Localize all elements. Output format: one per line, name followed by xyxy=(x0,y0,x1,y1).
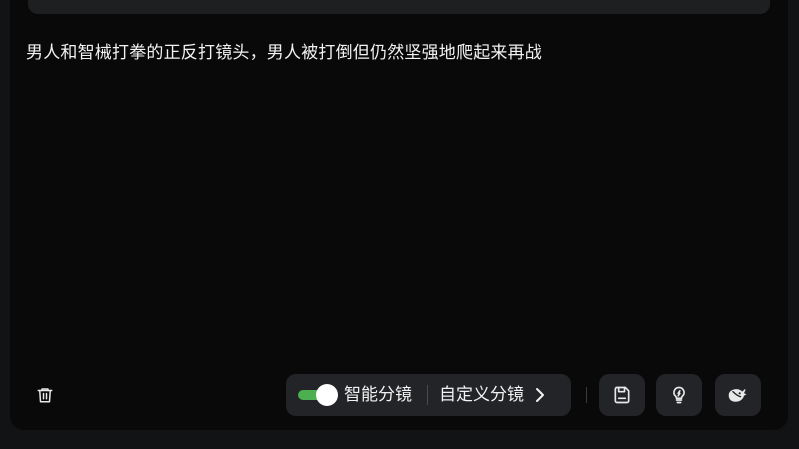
smart-storyboard-toggle[interactable] xyxy=(298,384,340,406)
trash-icon xyxy=(37,388,53,403)
divider xyxy=(586,387,587,403)
storyboard-mode-group: 智能分镜 自定义分镜 xyxy=(286,374,571,416)
inspiration-button[interactable] xyxy=(656,374,702,416)
smart-storyboard-label: 智能分镜 xyxy=(344,385,412,405)
prompt-text[interactable]: 男人和智械打拳的正反打镜头，男人被打倒但仍然坚强地爬起来再战 xyxy=(26,40,766,66)
model-button[interactable] xyxy=(715,374,761,416)
top-input-box[interactable] xyxy=(28,0,770,14)
toggle-knob xyxy=(316,384,338,406)
chevron-right-icon xyxy=(534,387,546,403)
delete-button[interactable] xyxy=(32,382,58,408)
divider xyxy=(427,385,428,405)
custom-storyboard-button[interactable]: 自定义分镜 xyxy=(439,384,546,406)
whale-icon xyxy=(728,389,747,402)
save-icon xyxy=(614,386,630,404)
custom-storyboard-label: 自定义分镜 xyxy=(439,385,524,405)
prompt-panel: 男人和智械打拳的正反打镜头，男人被打倒但仍然坚强地爬起来再战 xyxy=(10,0,788,430)
lightbulb-icon xyxy=(673,386,685,404)
save-button[interactable] xyxy=(599,374,645,416)
